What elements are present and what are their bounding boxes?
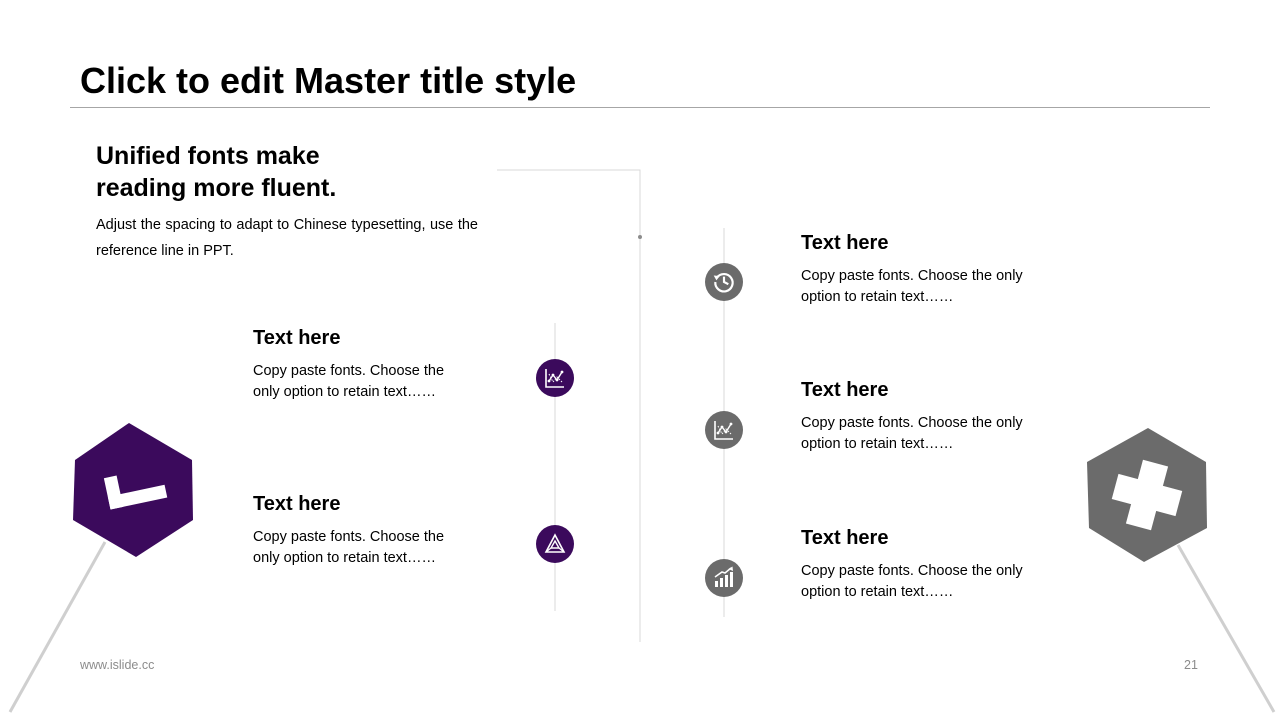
page-number: 21 — [1184, 658, 1198, 672]
connector-dot — [638, 235, 642, 239]
left-item-1-body: Copy paste fonts. Choose the only option… — [253, 361, 513, 403]
left-item-2: Text here Copy paste fonts. Choose the o… — [253, 493, 513, 569]
history-clock-icon — [713, 273, 734, 293]
intro-text: Adjust the spacing to adapt to Chinese t… — [96, 217, 478, 259]
right-item-1-body-line-2: option to retain text…… — [801, 289, 954, 305]
right-item-3-heading: Text here — [801, 527, 889, 549]
check-hexagon — [73, 423, 193, 557]
triangle-network-icon — [544, 533, 566, 553]
title-rule — [70, 107, 1210, 108]
right-item-1-heading: Text here — [801, 232, 889, 254]
plus-hexagon — [1087, 428, 1207, 562]
right-item-1-body: Copy paste fonts. Choose the only option… — [801, 266, 1061, 308]
footer-website: www.islide.cc — [80, 658, 155, 672]
right-item-1: Text here Copy paste fonts. Choose the o… — [801, 232, 1061, 308]
right-diagonal-line — [1176, 544, 1276, 713]
right-item-3-body-line-1: Copy paste fonts. Choose the only — [801, 563, 1023, 579]
line-chart-icon — [545, 369, 564, 388]
left-item-2-icon-badge — [536, 525, 574, 563]
left-item-1-heading: Text here — [253, 327, 341, 349]
bar-chart-growth-icon — [714, 566, 733, 587]
left-diagonal-line — [8, 541, 107, 713]
right-item-3-icon-badge — [705, 559, 743, 597]
line-chart-icon — [714, 421, 733, 440]
left-item-1-body-line-1: Copy paste fonts. Choose the — [253, 363, 445, 379]
left-item-2-body-line-1: Copy paste fonts. Choose the — [253, 529, 445, 545]
left-item-2-body: Copy paste fonts. Choose the only option… — [253, 527, 513, 569]
right-item-2-body: Copy paste fonts. Choose the only option… — [801, 413, 1061, 455]
right-item-1-body-line-1: Copy paste fonts. Choose the only — [801, 268, 1023, 284]
left-item-2-body-line-2: only option to retain text…… — [253, 550, 436, 566]
lead-heading-line-2: reading more fluent. — [96, 174, 337, 202]
right-item-3-body: Copy paste fonts. Choose the only option… — [801, 561, 1061, 603]
left-item-1-icon-badge — [536, 359, 574, 397]
right-item-1-icon-badge — [705, 263, 743, 301]
right-item-3-body-line-2: option to retain text…… — [801, 584, 954, 600]
slide-title[interactable]: Click to edit Master title style — [80, 60, 576, 102]
connector-line — [497, 169, 641, 642]
right-item-2-heading: Text here — [801, 379, 889, 401]
right-item-2: Text here Copy paste fonts. Choose the o… — [801, 379, 1061, 455]
lead-heading: Unified fonts make reading more fluent. — [96, 140, 416, 204]
right-item-2-body-line-1: Copy paste fonts. Choose the only — [801, 415, 1023, 431]
right-item-2-body-line-2: option to retain text…… — [801, 436, 954, 452]
lead-heading-line-1: Unified fonts make — [96, 142, 320, 170]
right-item-2-icon-badge — [705, 411, 743, 449]
left-item-1-body-line-2: only option to retain text…… — [253, 384, 436, 400]
left-item-2-heading: Text here — [253, 493, 341, 515]
right-item-3: Text here Copy paste fonts. Choose the o… — [801, 527, 1061, 603]
decor-lines — [8, 169, 1276, 713]
left-item-1: Text here Copy paste fonts. Choose the o… — [253, 327, 513, 403]
